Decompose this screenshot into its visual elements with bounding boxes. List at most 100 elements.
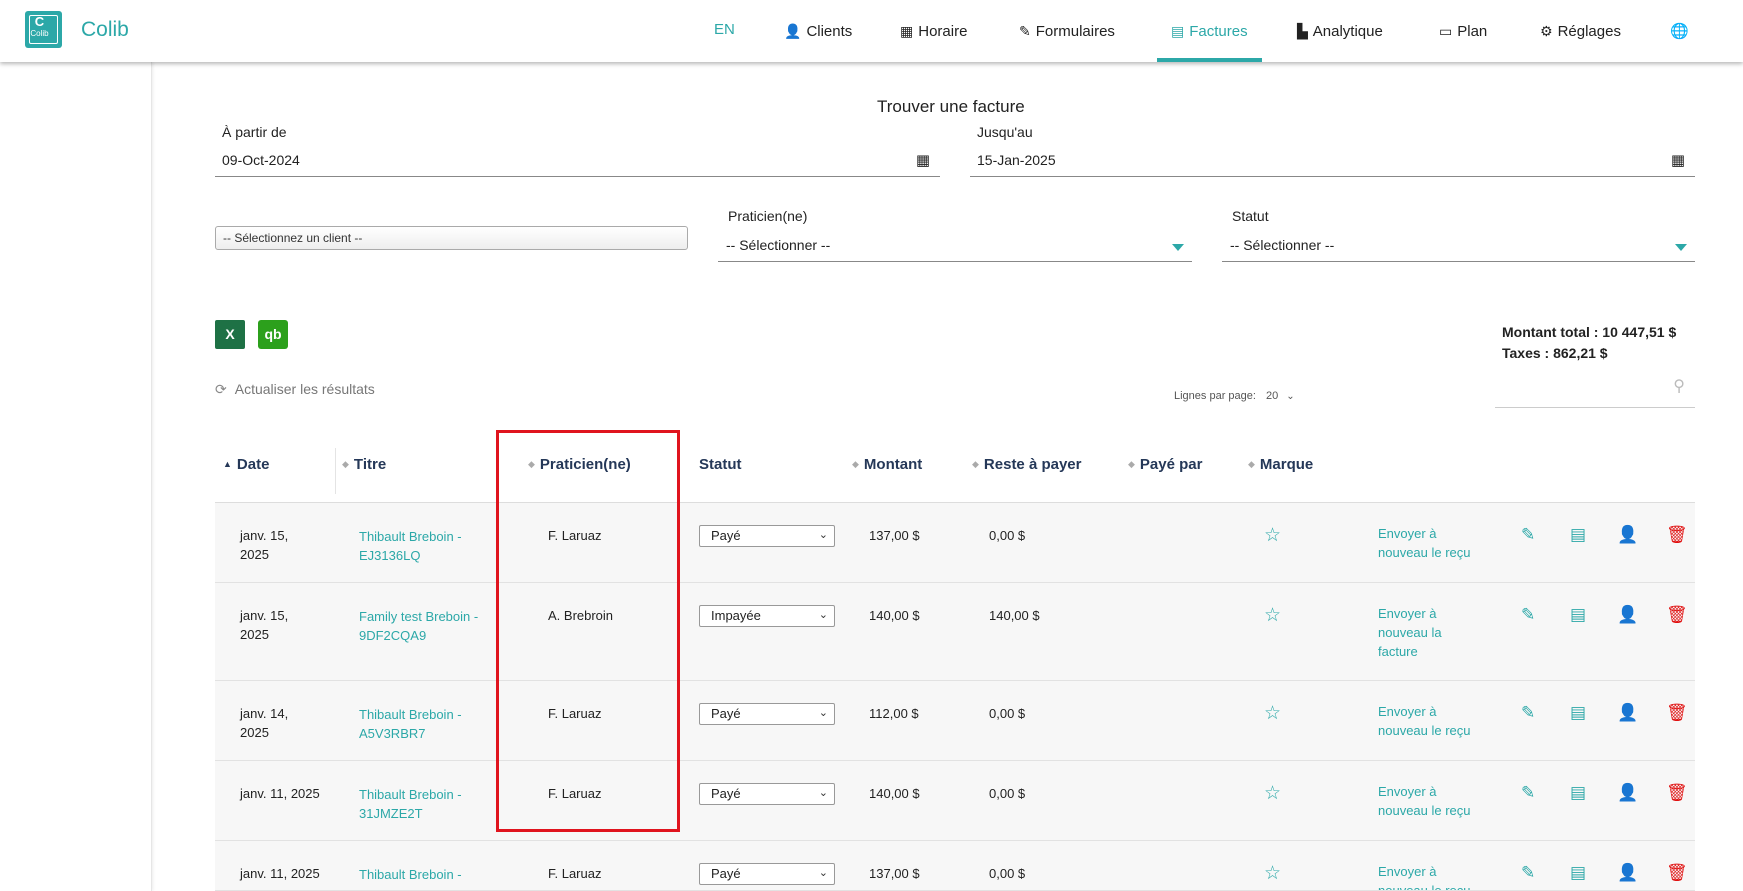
calendar-icon[interactable]: ▦ <box>1671 151 1685 169</box>
edit-pencil-icon[interactable]: ✎ <box>1521 783 1535 803</box>
row-title-link[interactable]: Thibault Breboin - <box>359 865 489 884</box>
resend-link[interactable]: Envoyer à nouveau le reçu <box>1378 782 1488 820</box>
row-title-link[interactable]: Thibault Breboin - 31JMZE2T <box>359 785 489 823</box>
top-navbar: C Colib Colib EN 👤 Clients ▦ Horaire ✎ F… <box>0 0 1743 62</box>
sort-icon: ◆ <box>342 459 349 469</box>
row-status-select[interactable]: Payé ⌄ <box>699 703 835 725</box>
client-user-icon[interactable]: 👤 <box>1617 525 1638 545</box>
star-icon[interactable]: ☆ <box>1264 862 1281 885</box>
column-header-date[interactable]: ▲ Date <box>223 456 269 473</box>
client-user-icon[interactable]: 👤 <box>1617 703 1638 723</box>
globe-icon[interactable]: 🌐 <box>1670 0 1689 62</box>
invoice-icon: ▤ <box>1171 22 1185 39</box>
nav-label: Horaire <box>918 22 968 40</box>
star-icon[interactable]: ☆ <box>1264 524 1281 547</box>
practitioner-label: Praticien(ne) <box>728 208 808 224</box>
nav-plan[interactable]: ▭ Plan <box>1439 0 1487 62</box>
language-toggle[interactable]: EN <box>714 21 735 38</box>
refresh-results-button[interactable]: ⟳ Actualiser les résultats <box>215 381 375 398</box>
colib-logo[interactable]: C Colib <box>25 11 62 48</box>
brand-name[interactable]: Colib <box>81 18 129 42</box>
status-select[interactable]: -- Sélectionner -- <box>1222 229 1695 262</box>
row-amount: 137,00 $ <box>869 528 920 543</box>
row-remaining: 0,00 $ <box>989 528 1026 543</box>
edit-pencil-icon[interactable]: ✎ <box>1521 703 1535 723</box>
row-remaining: 0,00 $ <box>989 786 1026 801</box>
client-user-icon[interactable]: 👤 <box>1617 605 1638 625</box>
sort-icon: ◆ <box>1128 459 1135 469</box>
column-header-status[interactable]: Statut <box>699 456 742 473</box>
invoice-file-icon[interactable]: ▤ <box>1570 525 1586 545</box>
row-status-select[interactable]: Payé ⌄ <box>699 863 835 885</box>
row-date: janv. 11, 2025 <box>240 866 320 881</box>
column-divider <box>335 448 336 494</box>
calendar-icon[interactable]: ▦ <box>916 151 930 169</box>
row-title-link[interactable]: Family test Breboin - 9DF2CQA9 <box>359 607 494 645</box>
from-date-label: À partir de <box>222 124 287 140</box>
nav-label: Analytique <box>1312 22 1383 40</box>
invoice-file-icon[interactable]: ▤ <box>1570 605 1586 625</box>
nav-analytique[interactable]: ▙ Analytique <box>1297 0 1383 62</box>
nav-reglages[interactable]: ⚙ Réglages <box>1540 0 1621 62</box>
column-header-amount[interactable]: ◆ Montant <box>852 456 922 473</box>
delete-trash-icon[interactable]: 🗑 <box>1666 703 1688 723</box>
nav-factures[interactable]: ▤ Factures <box>1157 0 1262 62</box>
practitioner-select[interactable]: -- Sélectionner -- <box>718 229 1192 262</box>
nav-label: Réglages <box>1557 22 1621 40</box>
nav-label: Clients <box>806 22 853 40</box>
form-edit-icon: ✎ <box>1019 22 1031 39</box>
from-date-field[interactable]: 09-Oct-2024 ▦ <box>215 143 940 177</box>
table-row: janv. 11, 2025 Thibault Breboin - 31JMZE… <box>215 761 1695 841</box>
rows-per-page-value: 20 <box>1265 390 1279 402</box>
user-icon: 👤 <box>784 22 802 39</box>
nav-label: Formulaires <box>1035 22 1115 40</box>
resend-link[interactable]: Envoyer à nouveau la facture <box>1378 604 1463 661</box>
column-header-remaining[interactable]: ◆ Reste à payer <box>972 456 1081 473</box>
row-title-link[interactable]: Thibault Breboin - A5V3RBR7 <box>359 705 489 743</box>
client-user-icon[interactable]: 👤 <box>1617 863 1638 883</box>
invoice-file-icon[interactable]: ▤ <box>1570 863 1586 883</box>
column-header-paid-by[interactable]: ◆ Payé par <box>1128 456 1202 473</box>
delete-trash-icon[interactable]: 🗑 <box>1666 605 1688 625</box>
chevron-down-icon: ⌄ <box>818 707 828 719</box>
row-amount: 140,00 $ <box>869 786 920 801</box>
resend-link[interactable]: Envoyer à nouveau le reçu <box>1378 702 1488 740</box>
invoice-file-icon[interactable]: ▤ <box>1570 783 1586 803</box>
column-header-brand[interactable]: ◆ Marque <box>1248 456 1313 473</box>
column-header-title[interactable]: ◆ Titre <box>342 456 386 473</box>
excel-export-button[interactable]: X <box>215 320 245 349</box>
nav-clients[interactable]: 👤 Clients <box>784 0 852 62</box>
resend-link[interactable]: Envoyer à nouveau le reçu <box>1378 862 1488 890</box>
star-icon[interactable]: ☆ <box>1264 782 1281 805</box>
row-status-select[interactable]: Impayée ⌄ <box>699 605 835 627</box>
sort-icon: ◆ <box>1248 459 1255 469</box>
nav-label: Plan <box>1457 22 1488 40</box>
nav-formulaires[interactable]: ✎ Formulaires <box>1019 0 1115 62</box>
rows-per-page[interactable]: Lignes par page: 20 ⌄ <box>1174 390 1295 402</box>
delete-trash-icon[interactable]: 🗑 <box>1666 525 1688 545</box>
logo-glyph: C <box>34 14 45 29</box>
caret-down-icon <box>1172 244 1184 251</box>
practitioner-column-highlight <box>496 430 680 832</box>
edit-pencil-icon[interactable]: ✎ <box>1521 863 1535 883</box>
invoice-file-icon[interactable]: ▤ <box>1570 703 1586 723</box>
row-status-select[interactable]: Payé ⌄ <box>699 783 835 805</box>
delete-trash-icon[interactable]: 🗑 <box>1666 783 1688 803</box>
to-date-value: 15-Jan-2025 <box>977 152 1056 168</box>
client-user-icon[interactable]: 👤 <box>1617 783 1638 803</box>
edit-pencil-icon[interactable]: ✎ <box>1521 605 1535 625</box>
quickbooks-export-button[interactable]: qb <box>258 320 288 349</box>
client-select[interactable]: -- Sélectionnez un client -- <box>215 226 688 250</box>
nav-horaire[interactable]: ▦ Horaire <box>900 0 967 62</box>
globe-glyph: 🌐 <box>1670 23 1689 40</box>
status-select-value: -- Sélectionner -- <box>1230 237 1335 253</box>
delete-trash-icon[interactable]: 🗑 <box>1666 863 1688 883</box>
table-search-input[interactable]: ⚲ <box>1495 370 1695 408</box>
edit-pencil-icon[interactable]: ✎ <box>1521 525 1535 545</box>
to-date-field[interactable]: 15-Jan-2025 ▦ <box>970 143 1695 177</box>
star-icon[interactable]: ☆ <box>1264 604 1281 627</box>
row-status-select[interactable]: Payé ⌄ <box>699 525 835 547</box>
row-title-link[interactable]: Thibault Breboin - EJ3136LQ <box>359 527 489 565</box>
star-icon[interactable]: ☆ <box>1264 702 1281 725</box>
resend-link[interactable]: Envoyer à nouveau le reçu <box>1378 524 1488 562</box>
